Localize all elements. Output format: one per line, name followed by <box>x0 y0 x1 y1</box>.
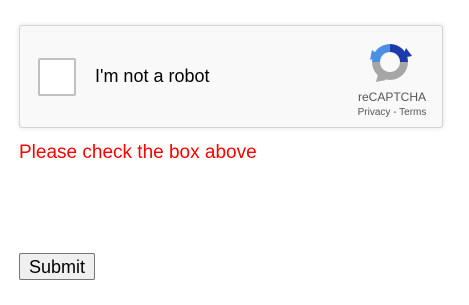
not-a-robot-checkbox[interactable] <box>38 58 76 96</box>
submit-button[interactable]: Submit <box>19 253 96 280</box>
error-message: Please check the box above <box>19 142 257 163</box>
checkbox-label: I'm not a robot <box>95 66 210 86</box>
privacy-link[interactable]: Privacy <box>358 107 391 118</box>
recaptcha-logo-icon <box>370 44 412 82</box>
terms-link[interactable]: Terms <box>399 107 426 118</box>
recaptcha-brand: reCAPTCHA <box>357 90 426 104</box>
links-separator: - <box>390 107 400 118</box>
recaptcha-links: Privacy - Terms <box>338 106 446 120</box>
recaptcha-widget: I'm not a robot reCAPTCHA Privacy - Term… <box>19 25 443 128</box>
